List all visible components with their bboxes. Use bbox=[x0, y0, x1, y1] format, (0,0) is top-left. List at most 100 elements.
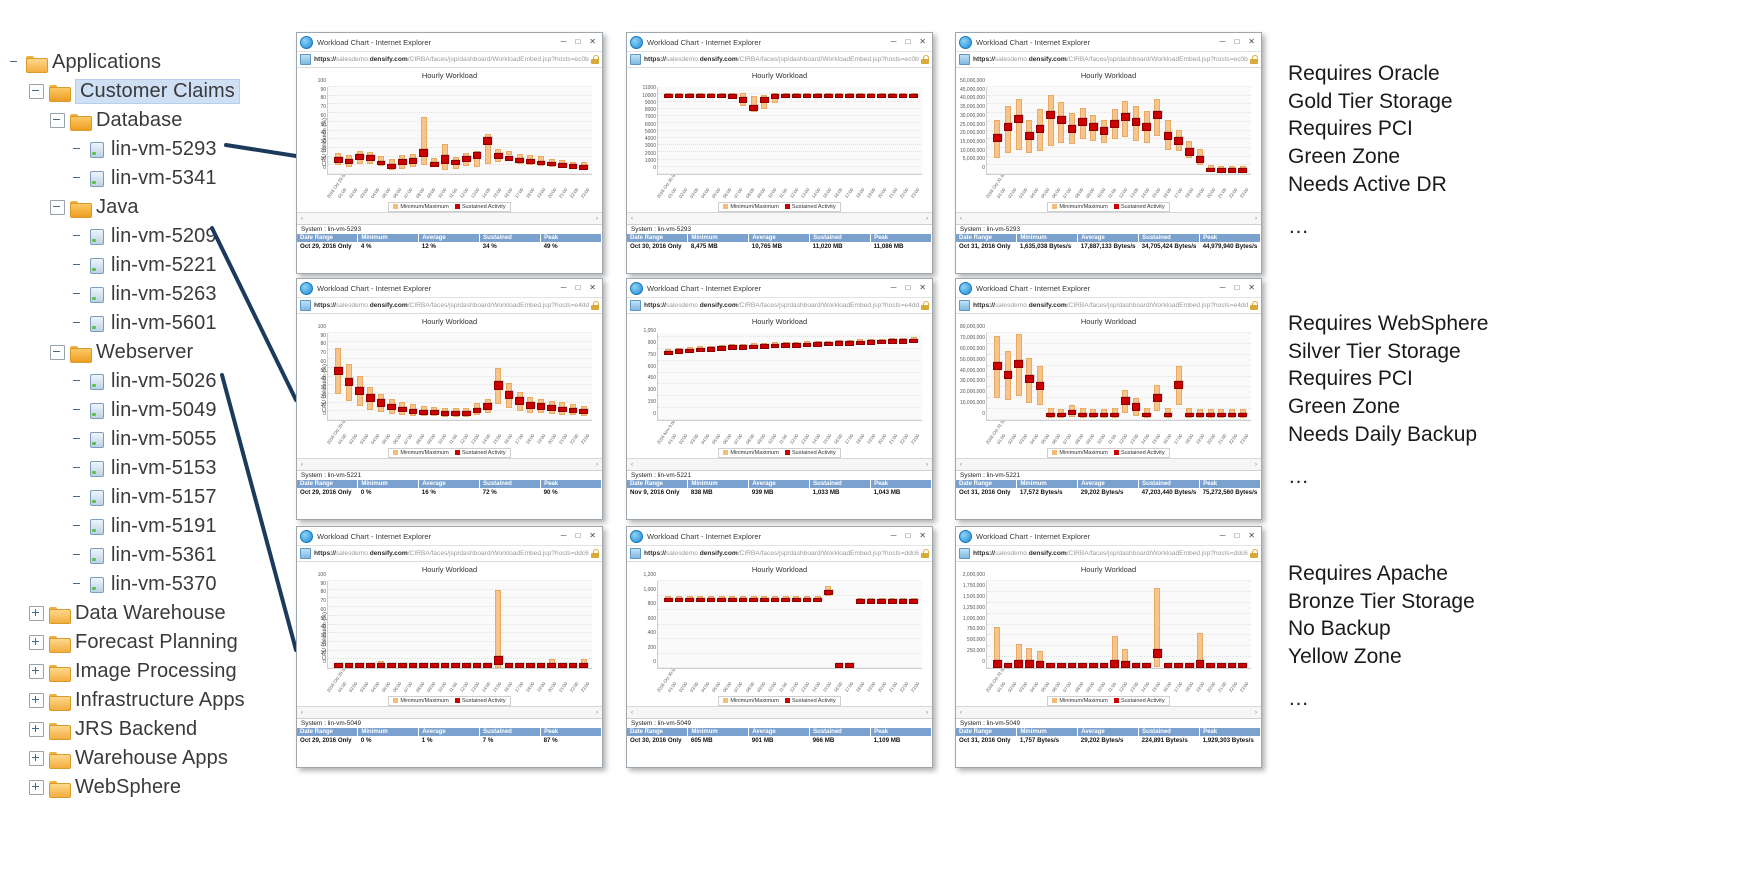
tree-item-lin-vm-5157[interactable]: lin-vm-5157 bbox=[8, 483, 298, 512]
scroll-right-arrow[interactable]: › bbox=[926, 710, 928, 716]
window-controls[interactable]: ─ □ ✕ bbox=[891, 284, 929, 292]
tree-item-lin-vm-5049[interactable]: lin-vm-5049 bbox=[8, 396, 298, 425]
close-button[interactable]: ✕ bbox=[589, 284, 596, 292]
minimize-button[interactable]: ─ bbox=[891, 532, 897, 540]
close-button[interactable]: ✕ bbox=[589, 532, 596, 540]
scroll-left-arrow[interactable]: ‹ bbox=[631, 216, 633, 222]
browser-window-w13[interactable]: Workload Chart - Internet Explorer ─ □ ✕ htt… bbox=[955, 32, 1262, 274]
tree-item-lin-vm-5221[interactable]: lin-vm-5221 bbox=[8, 251, 298, 280]
horizontal-scrollbar[interactable]: ‹ › bbox=[297, 706, 602, 718]
minimize-button[interactable]: ─ bbox=[891, 38, 897, 46]
expand-icon[interactable] bbox=[29, 780, 44, 795]
scroll-left-arrow[interactable]: ‹ bbox=[960, 462, 962, 468]
collapse-icon[interactable] bbox=[50, 345, 65, 360]
window-controls[interactable]: ─ □ ✕ bbox=[561, 532, 599, 540]
collapse-icon[interactable] bbox=[29, 84, 44, 99]
close-button[interactable]: ✕ bbox=[919, 284, 926, 292]
browser-window-w22[interactable]: Workload Chart - Internet Explorer ─ □ ✕ htt… bbox=[626, 278, 933, 520]
browser-window-w21[interactable]: Workload Chart - Internet Explorer ─ □ ✕ htt… bbox=[296, 278, 603, 520]
maximize-button[interactable]: □ bbox=[905, 38, 910, 46]
window-titlebar[interactable]: Workload Chart - Internet Explorer ─ □ ✕ bbox=[627, 527, 932, 546]
address-bar[interactable]: https://salesdemo.densify.com/CIRBA/face… bbox=[627, 298, 932, 314]
tree-item-image-processing[interactable]: Image Processing bbox=[8, 657, 298, 686]
window-controls[interactable]: ─ □ ✕ bbox=[561, 38, 599, 46]
horizontal-scrollbar[interactable]: ‹ › bbox=[627, 458, 932, 470]
window-controls[interactable]: ─ □ ✕ bbox=[1220, 38, 1258, 46]
maximize-button[interactable]: □ bbox=[905, 284, 910, 292]
scroll-left-arrow[interactable]: ‹ bbox=[301, 710, 303, 716]
tree-item-forecast-planning[interactable]: Forecast Planning bbox=[8, 628, 298, 657]
collapse-icon[interactable] bbox=[50, 200, 65, 215]
tree-item-warehouse-apps[interactable]: Warehouse Apps bbox=[8, 744, 298, 773]
tree-item-lin-vm-5361[interactable]: lin-vm-5361 bbox=[8, 541, 298, 570]
address-bar-url[interactable]: https://salesdemo.densify.com/CIRBA/face… bbox=[314, 550, 589, 557]
minimize-button[interactable]: ─ bbox=[561, 284, 567, 292]
tree-item-lin-vm-5191[interactable]: lin-vm-5191 bbox=[8, 512, 298, 541]
minimize-button[interactable]: ─ bbox=[561, 38, 567, 46]
horizontal-scrollbar[interactable]: ‹ › bbox=[627, 212, 932, 224]
scroll-right-arrow[interactable]: › bbox=[1255, 462, 1257, 468]
maximize-button[interactable]: □ bbox=[1234, 284, 1239, 292]
address-bar-url[interactable]: https://salesdemo.densify.com/CIRBA/face… bbox=[973, 56, 1248, 63]
scroll-right-arrow[interactable]: › bbox=[1255, 216, 1257, 222]
horizontal-scrollbar[interactable]: ‹ › bbox=[297, 212, 602, 224]
address-bar[interactable]: https://salesdemo.densify.com/CIRBA/face… bbox=[297, 298, 602, 314]
tree-item-lin-vm-5601[interactable]: lin-vm-5601 bbox=[8, 309, 298, 338]
horizontal-scrollbar[interactable]: ‹ › bbox=[627, 706, 932, 718]
address-bar[interactable]: https://salesdemo.densify.com/CIRBA/face… bbox=[297, 546, 602, 562]
close-button[interactable]: ✕ bbox=[919, 38, 926, 46]
address-bar[interactable]: https://salesdemo.densify.com/CIRBA/face… bbox=[297, 52, 602, 68]
window-controls[interactable]: ─ □ ✕ bbox=[1220, 532, 1258, 540]
tree-item-lin-vm-5026[interactable]: lin-vm-5026 bbox=[8, 367, 298, 396]
tree-item-customer-claims[interactable]: Customer Claims bbox=[8, 77, 298, 106]
expand-icon[interactable] bbox=[29, 722, 44, 737]
address-bar[interactable]: https://salesdemo.densify.com/CIRBA/face… bbox=[956, 546, 1261, 562]
application-tree[interactable]: Applications Customer Claims Database lin-v… bbox=[8, 48, 298, 802]
maximize-button[interactable]: □ bbox=[1234, 38, 1239, 46]
address-bar[interactable]: https://salesdemo.densify.com/CIRBA/face… bbox=[627, 546, 932, 562]
window-titlebar[interactable]: Workload Chart - Internet Explorer ─ □ ✕ bbox=[297, 527, 602, 546]
address-bar-url[interactable]: https://salesdemo.densify.com/CIRBA/face… bbox=[644, 302, 919, 309]
minimize-button[interactable]: ─ bbox=[561, 532, 567, 540]
tree-item-lin-vm-5055[interactable]: lin-vm-5055 bbox=[8, 425, 298, 454]
address-bar-url[interactable]: https://salesdemo.densify.com/CIRBA/face… bbox=[973, 550, 1248, 557]
window-titlebar[interactable]: Workload Chart - Internet Explorer ─ □ ✕ bbox=[627, 279, 932, 298]
expand-icon[interactable] bbox=[29, 664, 44, 679]
browser-window-w32[interactable]: Workload Chart - Internet Explorer ─ □ ✕ htt… bbox=[626, 526, 933, 768]
minimize-button[interactable]: ─ bbox=[1220, 284, 1226, 292]
horizontal-scrollbar[interactable]: ‹ › bbox=[297, 458, 602, 470]
browser-window-w23[interactable]: Workload Chart - Internet Explorer ─ □ ✕ htt… bbox=[955, 278, 1262, 520]
maximize-button[interactable]: □ bbox=[575, 284, 580, 292]
scroll-right-arrow[interactable]: › bbox=[926, 216, 928, 222]
tree-item-infrastructure-apps[interactable]: Infrastructure Apps bbox=[8, 686, 298, 715]
scroll-right-arrow[interactable]: › bbox=[596, 710, 598, 716]
close-button[interactable]: ✕ bbox=[1248, 284, 1255, 292]
tree-item-lin-vm-5370[interactable]: lin-vm-5370 bbox=[8, 570, 298, 599]
scroll-left-arrow[interactable]: ‹ bbox=[631, 710, 633, 716]
address-bar-url[interactable]: https://salesdemo.densify.com/CIRBA/face… bbox=[644, 550, 919, 557]
browser-window-w33[interactable]: Workload Chart - Internet Explorer ─ □ ✕ htt… bbox=[955, 526, 1262, 768]
address-bar-url[interactable]: https://salesdemo.densify.com/CIRBA/face… bbox=[314, 302, 589, 309]
tree-item-lin-vm-5341[interactable]: lin-vm-5341 bbox=[8, 164, 298, 193]
window-titlebar[interactable]: Workload Chart - Internet Explorer ─ □ ✕ bbox=[627, 33, 932, 52]
minimize-button[interactable]: ─ bbox=[1220, 38, 1226, 46]
address-bar-url[interactable]: https://salesdemo.densify.com/CIRBA/face… bbox=[644, 56, 919, 63]
address-bar[interactable]: https://salesdemo.densify.com/CIRBA/face… bbox=[956, 298, 1261, 314]
expand-icon[interactable] bbox=[29, 606, 44, 621]
window-titlebar[interactable]: Workload Chart - Internet Explorer ─ □ ✕ bbox=[297, 33, 602, 52]
scroll-left-arrow[interactable]: ‹ bbox=[960, 216, 962, 222]
expand-icon[interactable] bbox=[29, 751, 44, 766]
maximize-button[interactable]: □ bbox=[1234, 532, 1239, 540]
horizontal-scrollbar[interactable]: ‹ › bbox=[956, 212, 1261, 224]
tree-item-java[interactable]: Java bbox=[8, 193, 298, 222]
tree-item-webserver[interactable]: Webserver bbox=[8, 338, 298, 367]
tree-item-lin-vm-5153[interactable]: lin-vm-5153 bbox=[8, 454, 298, 483]
close-button[interactable]: ✕ bbox=[1248, 38, 1255, 46]
window-titlebar[interactable]: Workload Chart - Internet Explorer ─ □ ✕ bbox=[956, 279, 1261, 298]
maximize-button[interactable]: □ bbox=[905, 532, 910, 540]
maximize-button[interactable]: □ bbox=[575, 38, 580, 46]
tree-item-applications[interactable]: Applications bbox=[8, 48, 298, 77]
window-controls[interactable]: ─ □ ✕ bbox=[891, 38, 929, 46]
scroll-left-arrow[interactable]: ‹ bbox=[631, 462, 633, 468]
tree-item-database[interactable]: Database bbox=[8, 106, 298, 135]
